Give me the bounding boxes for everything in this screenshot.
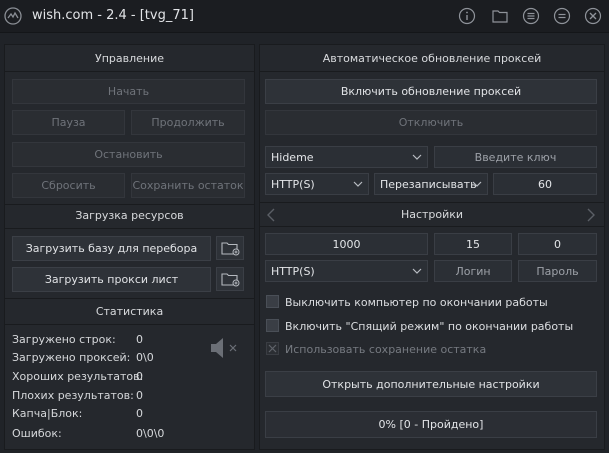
load-proxy-folder-button[interactable] xyxy=(216,267,244,291)
stat-value: 0\0 xyxy=(136,351,154,364)
sleep-mode-checkbox[interactable] xyxy=(266,319,279,332)
stat-label: Хороших результатов: xyxy=(12,370,144,383)
shutdown-checkbox[interactable] xyxy=(266,295,279,308)
chevron-down-icon xyxy=(472,181,482,187)
stat-value: 0 xyxy=(136,407,143,420)
divider xyxy=(259,71,605,72)
update-interval-input[interactable]: 60 xyxy=(493,173,597,195)
settings-title: Настройки xyxy=(400,208,464,221)
proxy-provider-select[interactable]: Hideme xyxy=(265,146,428,168)
mode-value: Перезаписывать xyxy=(380,177,477,191)
stat-value: 0 xyxy=(136,333,143,346)
stat-label: Капча|Блок: xyxy=(12,407,83,420)
save-rest-checkbox[interactable] xyxy=(266,342,279,355)
info-icon[interactable] xyxy=(458,7,476,25)
progress-bar: 0% [0 - Пройдено] xyxy=(265,411,597,438)
divider xyxy=(259,202,605,203)
chevron-down-icon xyxy=(412,154,422,160)
divider xyxy=(4,71,255,72)
continue-button[interactable]: Продолжить xyxy=(131,110,245,135)
cross-mark-icon xyxy=(268,344,277,353)
start-button[interactable]: Начать xyxy=(12,79,245,104)
stat-label: Плохих результатов: xyxy=(12,389,134,402)
protocol-value: HTTP(S) xyxy=(271,264,315,278)
menu-icon[interactable] xyxy=(553,7,571,25)
proxy-update-protocol-select[interactable]: HTTP(S) xyxy=(265,173,369,195)
divider xyxy=(4,228,255,229)
disable-proxy-update-button[interactable]: Отключить xyxy=(265,110,597,135)
shutdown-label[interactable]: Выключить компьютер по окончании работы xyxy=(285,296,548,309)
timeout-input[interactable]: 15 xyxy=(434,233,512,255)
divider xyxy=(4,298,255,299)
load-base-folder-button[interactable] xyxy=(216,236,244,260)
close-icon[interactable] xyxy=(584,7,602,25)
proxy-protocol-select[interactable]: HTTP(S) xyxy=(265,260,428,282)
folder-add-icon xyxy=(221,242,240,256)
save-rest-button[interactable]: Сохранить остаток xyxy=(131,173,245,198)
window-title: wish.com - 2.4 - [tvg_71] xyxy=(32,8,194,23)
enable-proxy-update-button[interactable]: Включить обновление проксей xyxy=(265,79,597,104)
retries-input[interactable]: 0 xyxy=(518,233,597,255)
protocol-value: HTTP(S) xyxy=(271,177,315,191)
api-key-input[interactable]: Введите ключ xyxy=(434,146,597,168)
proxy-update-title: Автоматическое обновление проксей xyxy=(322,52,542,65)
folder-icon[interactable] xyxy=(491,7,509,25)
progress-text: 0% [0 - Пройдено] xyxy=(378,418,484,431)
pause-button[interactable]: Пауза xyxy=(12,110,125,135)
reset-button[interactable]: Сбросить xyxy=(12,173,125,198)
sleep-mode-label[interactable]: Включить "Спящий режим" по окончании раб… xyxy=(285,320,573,333)
stat-label: Ошибок: xyxy=(12,427,62,440)
load-base-button[interactable]: Загрузить базу для перебора xyxy=(12,236,211,261)
folder-add-icon xyxy=(221,273,240,287)
stat-label: Загружено строк: xyxy=(12,333,116,346)
stop-button[interactable]: Остановить xyxy=(12,142,245,167)
stat-label: Загружено проксей: xyxy=(12,351,131,364)
speaker-muted-icon[interactable] xyxy=(209,336,239,360)
divider xyxy=(4,324,255,325)
chevron-down-icon xyxy=(353,181,363,187)
app-logo-icon xyxy=(4,7,22,25)
title-bar: wish.com - 2.4 - [tvg_71] xyxy=(0,0,609,33)
divider xyxy=(4,204,255,205)
chevron-right-icon[interactable] xyxy=(586,207,596,223)
management-title: Управление xyxy=(94,52,164,65)
login-input[interactable]: Логин xyxy=(434,260,512,282)
threads-input[interactable]: 1000 xyxy=(265,233,428,255)
password-input[interactable]: Пароль xyxy=(518,260,597,282)
resources-title: Загрузка ресурсов xyxy=(75,209,184,222)
divider xyxy=(259,226,605,227)
proxy-provider-value: Hideme xyxy=(271,150,314,164)
update-mode-select[interactable]: Перезаписывать xyxy=(374,173,488,195)
stat-value: 0 xyxy=(136,389,143,402)
stat-value: 0 xyxy=(136,370,143,383)
load-proxy-button[interactable]: Загрузить прокси лист xyxy=(12,267,211,292)
save-rest-label[interactable]: Использовать сохранение остатка xyxy=(285,343,486,356)
stat-value: 0\0\0 xyxy=(136,427,165,440)
chevron-down-icon xyxy=(412,268,422,274)
list-icon[interactable] xyxy=(522,7,540,25)
stats-title: Статистика xyxy=(95,305,164,318)
advanced-settings-button[interactable]: Открыть дополнительные настройки xyxy=(265,371,597,397)
